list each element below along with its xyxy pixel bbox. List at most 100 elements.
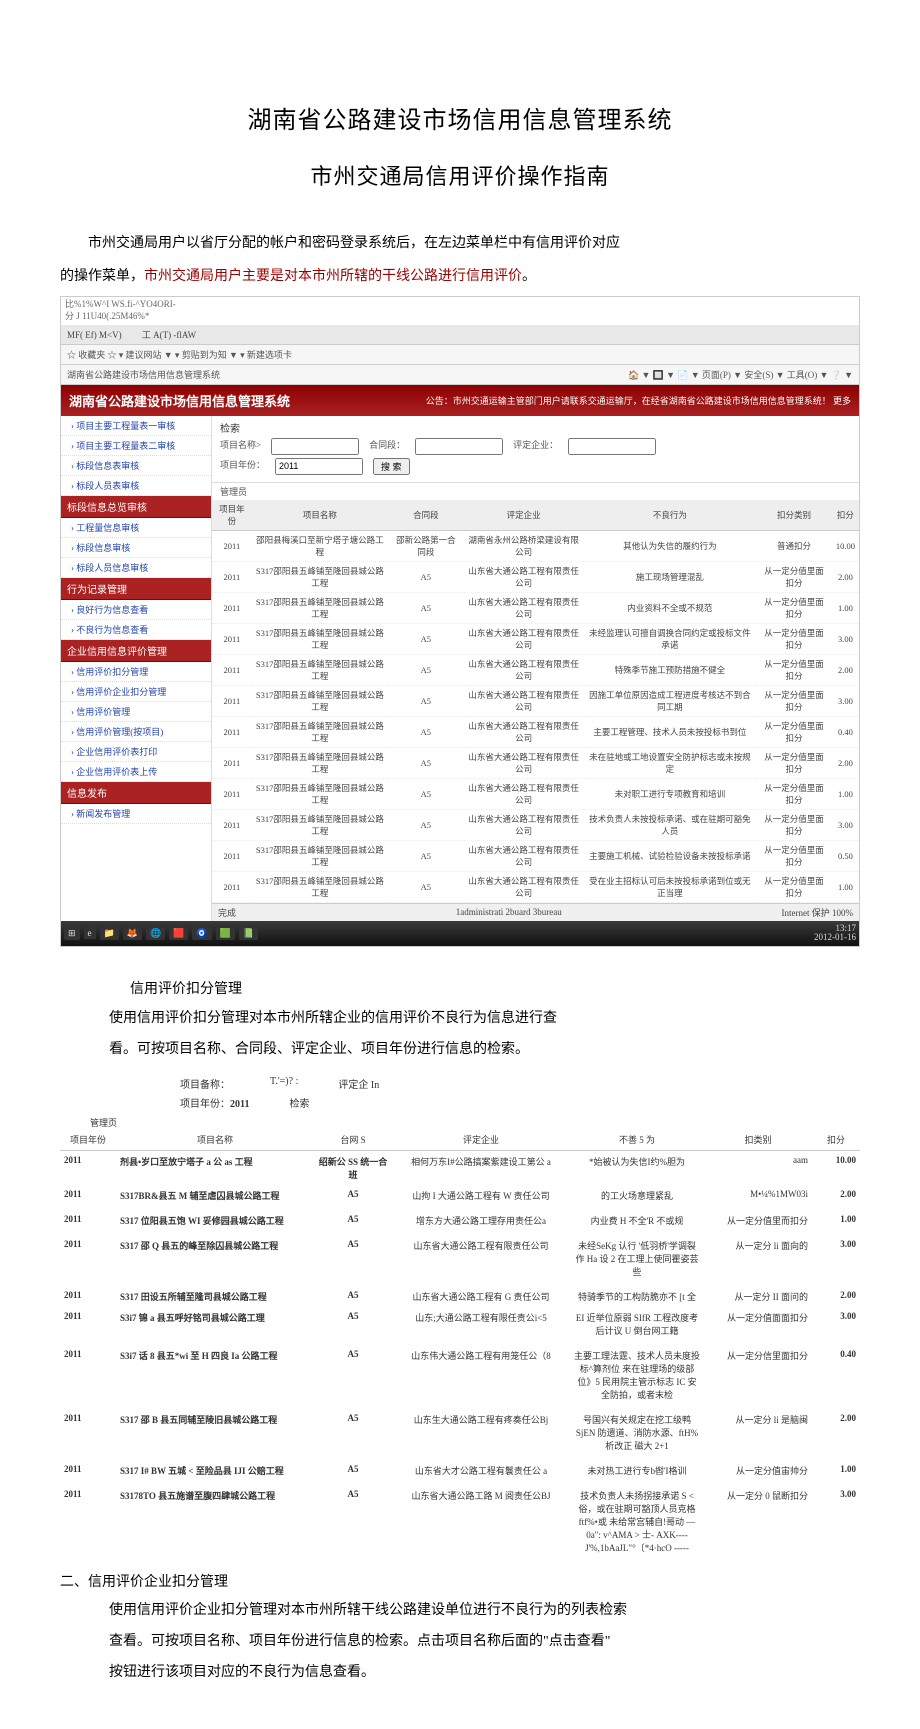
table2-row: 2011S317 田设五所辅至隆司县城公路工程A5山东省大通公路工程有 G 责任…	[60, 1282, 860, 1307]
year-input[interactable]	[275, 458, 363, 475]
table2-cell: 3.00	[812, 1307, 860, 1341]
table1-cell: 2.00	[832, 654, 859, 685]
s2-btn[interactable]: 检索	[289, 1095, 309, 1110]
table1-cell: 从一定分值里面扣分	[756, 716, 832, 747]
table2-cell: A5	[314, 1307, 392, 1341]
sidebar-item[interactable]: › 工程量信息审核	[61, 518, 211, 538]
sidebar-item[interactable]: › 标段信息审核	[61, 538, 211, 558]
table2-cell: 2.00	[812, 1282, 860, 1307]
sidebar-item[interactable]: › 良好行为信息查看	[61, 600, 211, 620]
table1-cell: A5	[388, 685, 464, 716]
taskbar-button[interactable]: e	[84, 927, 96, 939]
sidebar-item[interactable]: › 信用评价管理	[61, 702, 211, 722]
table1-cell: 受在业主招标认可后未按投标承诺到位或无正当理	[584, 871, 757, 902]
table1-cell: S317邵阳县五峰铺至隆回县城公路工程	[252, 716, 388, 747]
taskbar-button[interactable]: ⊞	[64, 927, 80, 940]
table1-row: 2011S317邵阳县五峰铺至隆回县城公路工程A5山东省大通公路工程有限责任公司…	[212, 623, 859, 654]
table2-col: 扣类别	[704, 1129, 812, 1151]
taskbar-button[interactable]: 🟥	[169, 927, 188, 940]
table2-cell: A5	[314, 1282, 392, 1307]
status-left: 完成	[218, 906, 236, 919]
sidebar-item[interactable]: › 项目主要工程量表一审核	[61, 416, 211, 436]
table2-cell: 从一定分 li 面向的	[704, 1231, 812, 1282]
section-1-p1: 使用信用评价扣分管理对本市州所辖企业的信用评价不良行为信息进行查	[60, 1004, 860, 1035]
sidebar-item[interactable]: › 新闻发布管理	[61, 804, 211, 824]
sidebar-item[interactable]: › 信用评价扣分管理	[61, 662, 211, 682]
search-tab: 检索	[220, 420, 851, 435]
intro-line-2a: 的操作菜单，	[60, 269, 144, 284]
addr-1: 比%1%W^I WS.fi-^YO4ORI-	[65, 299, 855, 311]
table2-col: 扣分	[812, 1129, 860, 1151]
sidebar-item[interactable]: › 标段信息表审核	[61, 456, 211, 476]
table2-row: 2011S317 邵 Q 县五的峰至除囚县城公路工程A5山东省大通公路工程有限责…	[60, 1231, 860, 1282]
taskbar-button[interactable]: 🌐	[146, 927, 165, 940]
table2-cell: 2011	[60, 1206, 116, 1231]
table1-cell: A5	[388, 623, 464, 654]
table1-cell: A5	[388, 778, 464, 809]
table2-row: 2011S317 位阳县五饱 WI 妥修园县城公路工程A5增东方大通公路工理存用…	[60, 1206, 860, 1231]
table2-cell: 主要工理法霆、技术人员未度投标^算剂位 来在驻理场的级部位》5 民用院主管示标志…	[570, 1341, 704, 1405]
sidebar-item[interactable]: › 不良行为信息查看	[61, 620, 211, 640]
section-1-heading: 信用评价扣分管理	[60, 977, 860, 1004]
table1-cell: S317邵阳县五峰铺至隆回县城公路工程	[252, 623, 388, 654]
table2-cell: 3.00	[812, 1481, 860, 1558]
table1-cell: 3.00	[832, 623, 859, 654]
table1-cell: 湖南省永州公路桥梁建设有限公司	[464, 530, 584, 561]
sidebar-item[interactable]: › 项目主要工程量表二审核	[61, 436, 211, 456]
table1-cell: 从一定分值里面扣分	[756, 561, 832, 592]
proj-name-input[interactable]	[271, 438, 359, 455]
taskbar-button[interactable]: 🧿	[192, 927, 211, 940]
sidebar-item[interactable]: › 企业信用评价表上传	[61, 762, 211, 782]
browser-menu: MF( Ef) M<V) 工 A(T) -flAW	[61, 325, 859, 345]
seg-label: 合同段：	[369, 438, 405, 455]
table1-cell: 从一定分值里面扣分	[756, 840, 832, 871]
table1-cell: A5	[388, 592, 464, 623]
browser-status: 完成 1administrati 2buard 3bureau Internet…	[212, 903, 859, 921]
seg-input[interactable]	[415, 438, 503, 455]
sidebar-group: 标段信息总览审核	[61, 496, 211, 518]
intro-line-1: 市州交通局用户以省厅分配的帐户和密码登录系统后，在左边菜单栏中有信用评价对应	[60, 231, 860, 258]
table1-col: 合同段	[388, 500, 464, 531]
table1-col: 评定企业	[464, 500, 584, 531]
s2-ent-label: 评定企 In	[338, 1080, 379, 1091]
taskbar-button[interactable]: 📁	[100, 927, 119, 940]
table1-cell: 邵新公路第一合同段	[388, 530, 464, 561]
sidebar-item[interactable]: › 信用评价企业扣分管理	[61, 682, 211, 702]
tab-title[interactable]: 湖南省公路建设市场信用信息管理系统	[67, 368, 220, 381]
table1-cell: A5	[388, 561, 464, 592]
table2-cell: S317 I# BW 五城 < 至险品县 IJI 公赔工程	[116, 1456, 314, 1481]
ent-input[interactable]	[568, 438, 656, 455]
sidebar-item[interactable]: › 标段人员表审核	[61, 476, 211, 496]
table2-cell: A5	[314, 1456, 392, 1481]
table1-col: 不良行为	[584, 500, 757, 531]
table1-cell: 主要施工机械、试验检验设备未按投标承诺	[584, 840, 757, 871]
sidebar-item[interactable]: › 企业信用评价表打印	[61, 742, 211, 762]
table1-cell: 1.00	[832, 871, 859, 902]
intro-line-2c: 。	[522, 269, 536, 284]
sidebar-item[interactable]: › 标段人员信息审核	[61, 558, 211, 578]
taskbar-button[interactable]: 📗	[239, 927, 258, 940]
table2-row: 2011S317 邵 B 县五同辅至陵旧县城公路工程A5山东生大通公路工程有疼奏…	[60, 1405, 860, 1456]
table1-cell: S317邵阳县五峰铺至隆回县城公路工程	[252, 685, 388, 716]
table2-col: 评定企业	[392, 1129, 570, 1151]
table1-row: 2011S317邵阳县五峰铺至隆回县城公路工程A5山东省大通公路工程有限责任公司…	[212, 685, 859, 716]
search-button[interactable]: 搜 索	[373, 458, 410, 475]
menu-left: MF( Ef) M<V)	[67, 330, 122, 340]
table2-cell: 内业费 H 不全'R 不或规	[570, 1206, 704, 1231]
table2-cell: S3178TO 县五施谱至腹四肆城公路工程	[116, 1481, 314, 1558]
s2-year-val: 2011	[230, 1099, 249, 1110]
toolbar-right[interactable]: 🏠 ▼ 🔲 ▼ 📄 ▼ 页面(P) ▼ 安全(S) ▼ 工具(O) ▼ ❔ ▼	[628, 368, 853, 381]
table1-cell: 0.40	[832, 716, 859, 747]
table2-cell: 山东生大通公路工程有疼奏任公Bj	[392, 1405, 570, 1456]
table1-col: 项目年份	[212, 500, 252, 531]
table2-cell: 山东省大才公路工程有鬟责任公 a	[392, 1456, 570, 1481]
table1-cell: 内业资料不全或不规范	[584, 592, 757, 623]
taskbar-button[interactable]: 🟩	[216, 927, 235, 940]
sidebar-item[interactable]: › 信用评价管理(按项目)	[61, 722, 211, 742]
taskbar-button[interactable]: 🦊	[123, 927, 142, 940]
table1-cell: 主要工程管理、技术人员未按投标书到位	[584, 716, 757, 747]
table2-cell: 剂县•岁口至放宁塔子 a 公 as 工程	[116, 1150, 314, 1185]
fav-left[interactable]: ☆ 收藏夹 ☆ ▾ 建议网站 ▼ ▾ 剪贴到为知 ▼ ▾ 新建选项卡	[67, 348, 292, 361]
table1-cell: 从一定分值里面扣分	[756, 871, 832, 902]
table2-cell: 2.00	[812, 1405, 860, 1456]
